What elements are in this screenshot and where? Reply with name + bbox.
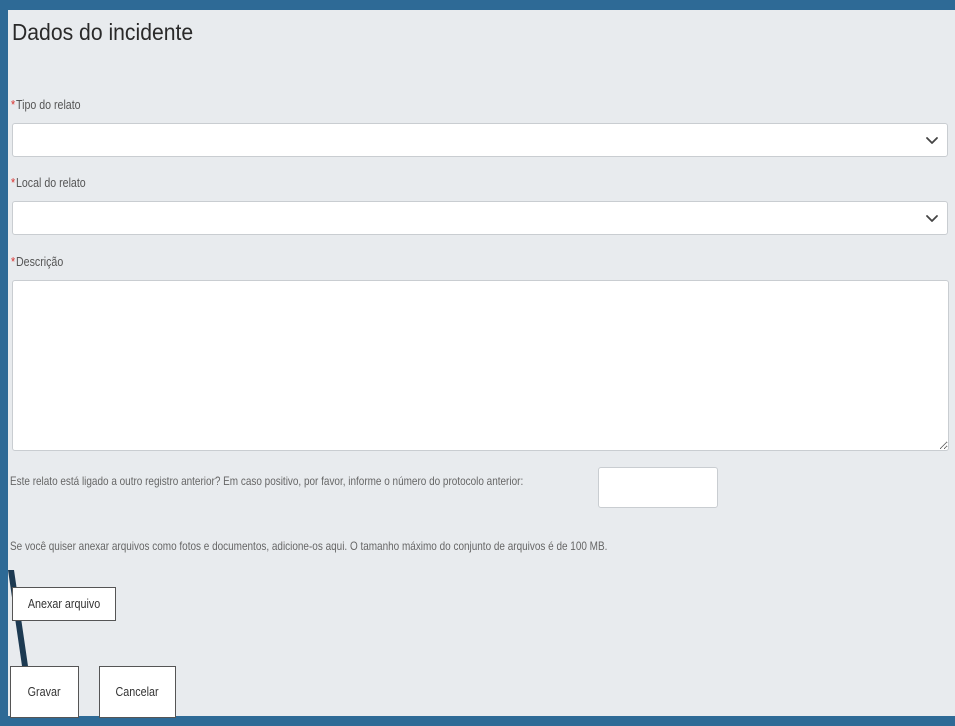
local-label-text: Local do relato bbox=[15, 176, 86, 190]
cancel-button[interactable]: Cancelar bbox=[99, 666, 176, 718]
local-label: *Local do relato bbox=[11, 176, 86, 190]
required-marker: * bbox=[11, 255, 16, 269]
protocol-number-input[interactable] bbox=[598, 467, 718, 508]
tipo-select[interactable] bbox=[12, 123, 948, 157]
required-marker: * bbox=[11, 176, 16, 190]
save-button-label: Gravar bbox=[28, 685, 61, 699]
chevron-down-icon bbox=[926, 137, 938, 144]
attach-info-text: Se você quiser anexar arquivos como foto… bbox=[10, 539, 608, 553]
page-title: Dados do incidente bbox=[12, 19, 194, 45]
cancel-button-label: Cancelar bbox=[115, 685, 160, 699]
save-button[interactable]: Gravar bbox=[10, 666, 79, 718]
tipo-label-text: Tipo do relato bbox=[15, 98, 81, 112]
descricao-textarea[interactable] bbox=[12, 280, 949, 451]
descricao-label-text: Descrição bbox=[15, 255, 64, 269]
protocol-question: Este relato está ligado a outro registro… bbox=[10, 474, 524, 488]
attach-file-button[interactable]: Anexar arquivo bbox=[12, 587, 116, 621]
local-select[interactable] bbox=[12, 201, 948, 235]
attach-file-button-label: Anexar arquivo bbox=[27, 597, 101, 611]
descricao-label: *Descrição bbox=[11, 255, 63, 269]
form-panel: Dados do incidente *Tipo do relato *Loca… bbox=[8, 10, 955, 718]
chevron-down-icon bbox=[926, 215, 938, 222]
required-marker: * bbox=[11, 98, 16, 112]
tipo-label: *Tipo do relato bbox=[11, 98, 81, 112]
